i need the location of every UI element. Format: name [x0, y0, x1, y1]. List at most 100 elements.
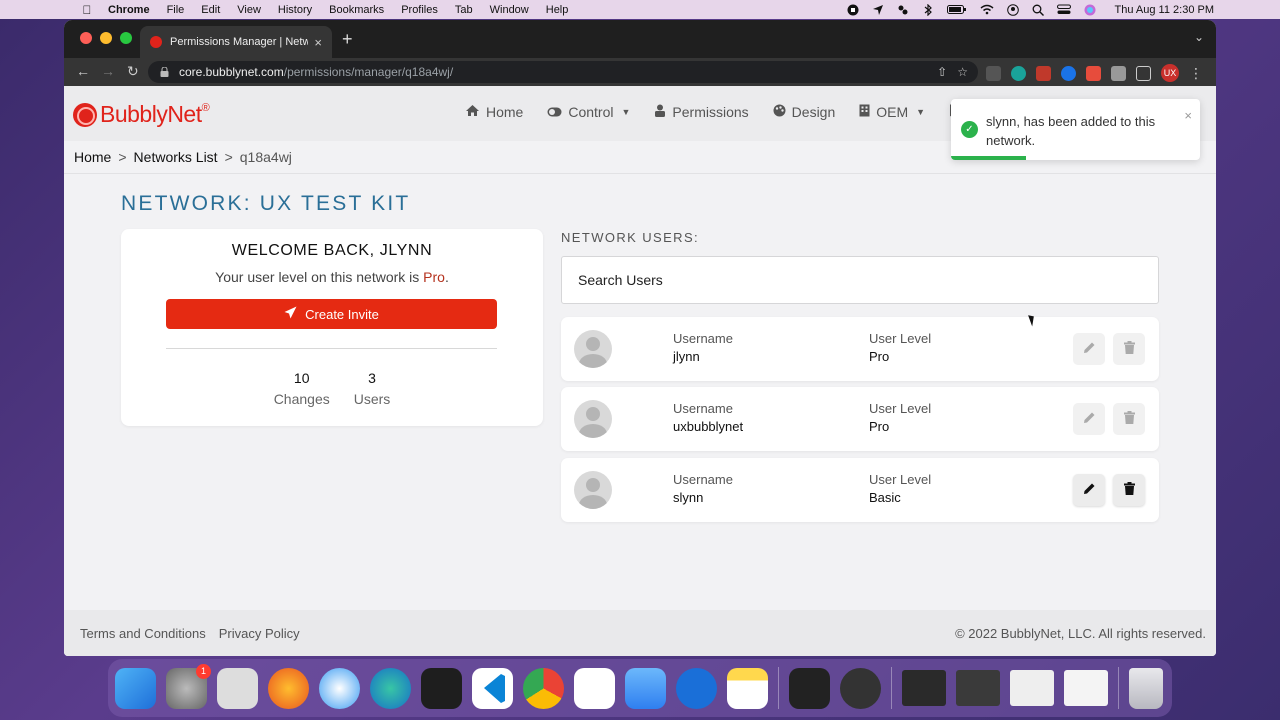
menu-window[interactable]: Window [490, 4, 529, 16]
edit-user-button[interactable] [1073, 333, 1105, 365]
nav-home[interactable]: Home [465, 104, 523, 120]
profile-avatar[interactable]: UX [1161, 64, 1179, 82]
finder-icon[interactable] [115, 667, 156, 709]
extension-pen-icon[interactable] [986, 65, 1001, 81]
notes-icon[interactable] [727, 667, 768, 709]
extension-blue-icon[interactable] [1061, 65, 1076, 81]
menu-chrome[interactable]: Chrome [108, 4, 150, 16]
launchpad-icon[interactable] [217, 667, 258, 709]
breadcrumb-networks-list[interactable]: Networks List [134, 149, 218, 165]
toggle-icon [547, 105, 562, 120]
search-users-input[interactable] [561, 256, 1159, 304]
new-tab-button[interactable]: + [342, 29, 353, 50]
tab-search-chevron-icon[interactable]: ⌄ [1194, 30, 1204, 44]
menu-file[interactable]: File [167, 4, 185, 16]
forward-arrow-icon[interactable]: → [101, 63, 115, 79]
firefox-icon[interactable] [268, 667, 309, 709]
delete-user-button[interactable] [1113, 403, 1145, 435]
create-invite-button[interactable]: Create Invite [166, 299, 497, 329]
nav-permissions-label: Permissions [672, 104, 749, 120]
user-level-value: Pro [423, 269, 445, 285]
window-thumbnail-icon[interactable] [956, 670, 1000, 706]
breadcrumb-home[interactable]: Home [74, 149, 111, 165]
control-center-icon[interactable] [1056, 4, 1071, 15]
lock-icon[interactable] [160, 66, 169, 77]
trash-icon [1123, 482, 1135, 498]
quicktime-icon[interactable] [840, 667, 881, 709]
home-icon [465, 104, 480, 120]
share-icon[interactable]: ⇧ [937, 65, 947, 79]
menu-edit[interactable]: Edit [201, 4, 220, 16]
tab-title: Permissions Manager | Network [170, 36, 309, 48]
control-icon[interactable] [897, 4, 909, 15]
browser-menu-icon[interactable]: ⋮ [1189, 65, 1203, 82]
chevron-down-icon: ▼ [916, 107, 926, 117]
apple-icon[interactable]:  [80, 3, 94, 17]
nav-control-label: Control [568, 104, 614, 120]
side-panel-icon[interactable] [1136, 65, 1151, 81]
search-icon[interactable] [1032, 4, 1044, 16]
back-arrow-icon[interactable]: ← [76, 63, 90, 79]
extension-red-icon[interactable] [1036, 65, 1051, 81]
battery-icon[interactable] [946, 4, 967, 15]
nav-oem-label: OEM [876, 104, 909, 120]
delete-user-button[interactable] [1113, 333, 1145, 365]
window-controls [80, 32, 132, 44]
safari-icon[interactable] [319, 667, 360, 709]
chrome-icon[interactable] [523, 667, 564, 709]
nav-oem[interactable]: OEM ▼ [859, 104, 925, 120]
window-thumbnail-icon[interactable] [1064, 670, 1108, 706]
nav-control[interactable]: Control ▼ [547, 104, 630, 120]
menu-help[interactable]: Help [546, 4, 569, 16]
system-preferences-icon[interactable]: 1 [166, 663, 211, 709]
slack-icon[interactable] [574, 667, 615, 709]
terminal-icon[interactable] [421, 667, 462, 709]
audio-app-icon[interactable] [789, 667, 830, 709]
user-level-column: User Level Basic [869, 472, 931, 505]
browser-tab[interactable]: Permissions Manager | Network × [140, 26, 332, 58]
extensions-puzzle-icon[interactable] [1111, 65, 1126, 81]
menu-history[interactable]: History [278, 4, 312, 16]
extension-react-icon[interactable] [1011, 65, 1026, 81]
menu-tab[interactable]: Tab [455, 4, 473, 16]
vscode-icon[interactable] [472, 667, 513, 709]
wifi-icon[interactable] [980, 4, 994, 15]
user-row-jlynn: Username jlynn User Level Pro [561, 317, 1159, 381]
user-icon[interactable] [1006, 4, 1019, 16]
close-window-button[interactable] [80, 32, 92, 44]
avatar [574, 471, 612, 509]
bluetooth-icon[interactable] [922, 3, 934, 17]
bubblynet-logo[interactable]: BubblyNet ® [73, 101, 210, 128]
menu-bookmarks[interactable]: Bookmarks [329, 4, 384, 16]
zoom-window-button[interactable] [120, 32, 132, 44]
nav-design[interactable]: Design [773, 104, 835, 120]
window-thumbnail-icon[interactable] [1010, 670, 1054, 706]
location-icon[interactable] [872, 4, 884, 15]
menu-view[interactable]: View [237, 4, 261, 16]
trash-icon[interactable] [1129, 667, 1163, 709]
delete-user-button[interactable] [1113, 474, 1145, 506]
menu-profiles[interactable]: Profiles [401, 4, 438, 16]
minimize-window-button[interactable] [100, 32, 112, 44]
menubar-clock[interactable]: Thu Aug 11 2:30 PM [1115, 4, 1214, 16]
toast-close-icon[interactable]: × [1184, 108, 1192, 123]
address-bar[interactable]: core.bubblynet.com/permissions/manager/q… [148, 61, 978, 83]
breadcrumb-current: q18a4wj [239, 149, 292, 165]
terms-link[interactable]: Terms and Conditions [80, 626, 206, 641]
bookmark-star-icon[interactable]: ☆ [957, 65, 968, 79]
mail-icon[interactable] [625, 667, 666, 709]
privacy-link[interactable]: Privacy Policy [219, 626, 300, 641]
record-icon[interactable] [847, 4, 859, 16]
nav-permissions[interactable]: Permissions [654, 104, 749, 120]
edit-user-button[interactable] [1073, 403, 1105, 435]
edge-icon[interactable] [370, 667, 411, 709]
extension-svelte-icon[interactable] [1086, 65, 1101, 81]
sourcetree-icon[interactable] [676, 667, 717, 709]
dock-separator [1118, 667, 1119, 709]
reload-icon[interactable]: ↻ [127, 63, 139, 80]
tab-close-icon[interactable]: × [314, 35, 322, 50]
window-thumbnail-icon[interactable] [902, 670, 946, 706]
edit-user-button[interactable] [1073, 474, 1105, 506]
toast-message: slynn, has been added to this network. [986, 114, 1156, 148]
siri-icon[interactable] [1084, 4, 1096, 16]
